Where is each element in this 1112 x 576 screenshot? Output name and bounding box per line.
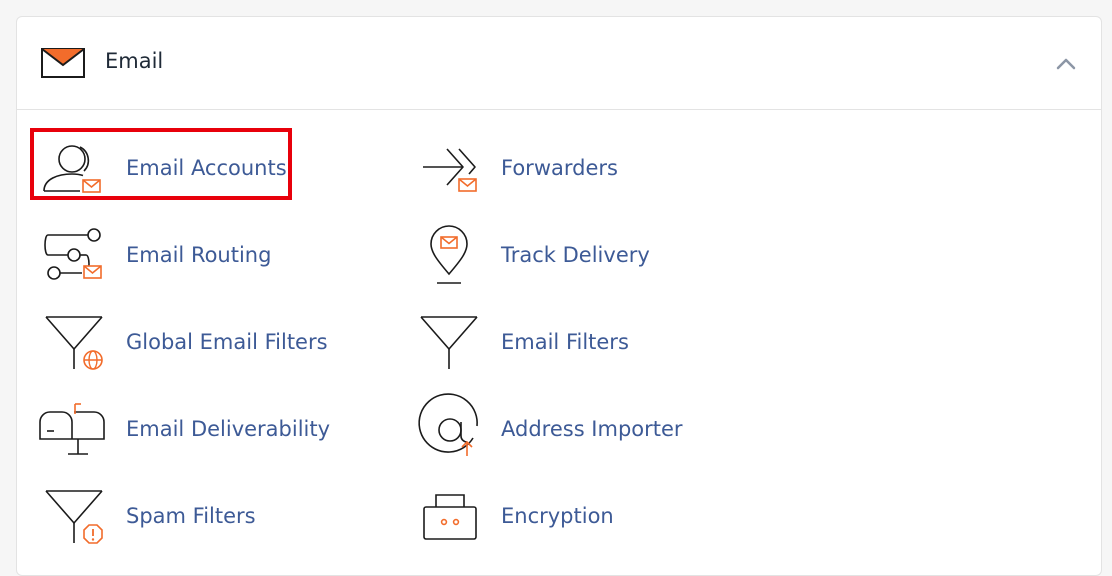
feature-track-delivery[interactable]: Track Delivery — [407, 220, 667, 290]
feature-label: Track Delivery — [501, 243, 650, 267]
feature-email-routing[interactable]: Email Routing — [32, 220, 272, 290]
feature-global-email-filters[interactable]: Global Email Filters — [32, 307, 332, 377]
feature-address-importer[interactable]: Address Importer — [407, 393, 687, 464]
feature-email-accounts[interactable]: Email Accounts — [32, 133, 287, 203]
user-mail-icon — [43, 145, 101, 193]
forward-mail-icon — [423, 148, 477, 192]
feature-email-deliverability[interactable]: Email Deliverability — [32, 394, 332, 464]
email-section-header[interactable]: Email — [17, 17, 1101, 110]
funnel-globe-icon — [45, 316, 103, 370]
feature-label: Email Routing — [126, 243, 272, 267]
location-pin-mail-icon — [430, 225, 468, 284]
feature-label: Encryption — [501, 504, 614, 528]
mailbox-icon — [39, 403, 105, 455]
feature-email-filters[interactable]: Email Filters — [407, 307, 647, 377]
feature-label: Email Filters — [501, 330, 629, 354]
lock-box-icon — [423, 494, 477, 540]
feature-forwarders[interactable]: Forwarders — [407, 133, 647, 203]
funnel-warning-icon — [45, 490, 103, 544]
feature-label: Address Importer — [501, 417, 683, 441]
chevron-up-icon[interactable] — [1055, 53, 1077, 75]
feature-encryption[interactable]: Encryption — [407, 481, 647, 551]
feature-label: Forwarders — [501, 156, 618, 180]
section-title: Email — [105, 49, 164, 73]
feature-label: Spam Filters — [126, 504, 256, 528]
funnel-icon — [420, 316, 478, 369]
feature-spam-filters[interactable]: Spam Filters — [32, 481, 272, 551]
envelope-icon — [41, 48, 85, 78]
feature-label: Email Accounts — [126, 156, 287, 180]
feature-label: Email Deliverability — [126, 417, 331, 441]
at-sign-upload-icon — [418, 393, 478, 456]
feature-label: Global Email Filters — [126, 330, 328, 354]
routing-icon — [44, 228, 102, 280]
